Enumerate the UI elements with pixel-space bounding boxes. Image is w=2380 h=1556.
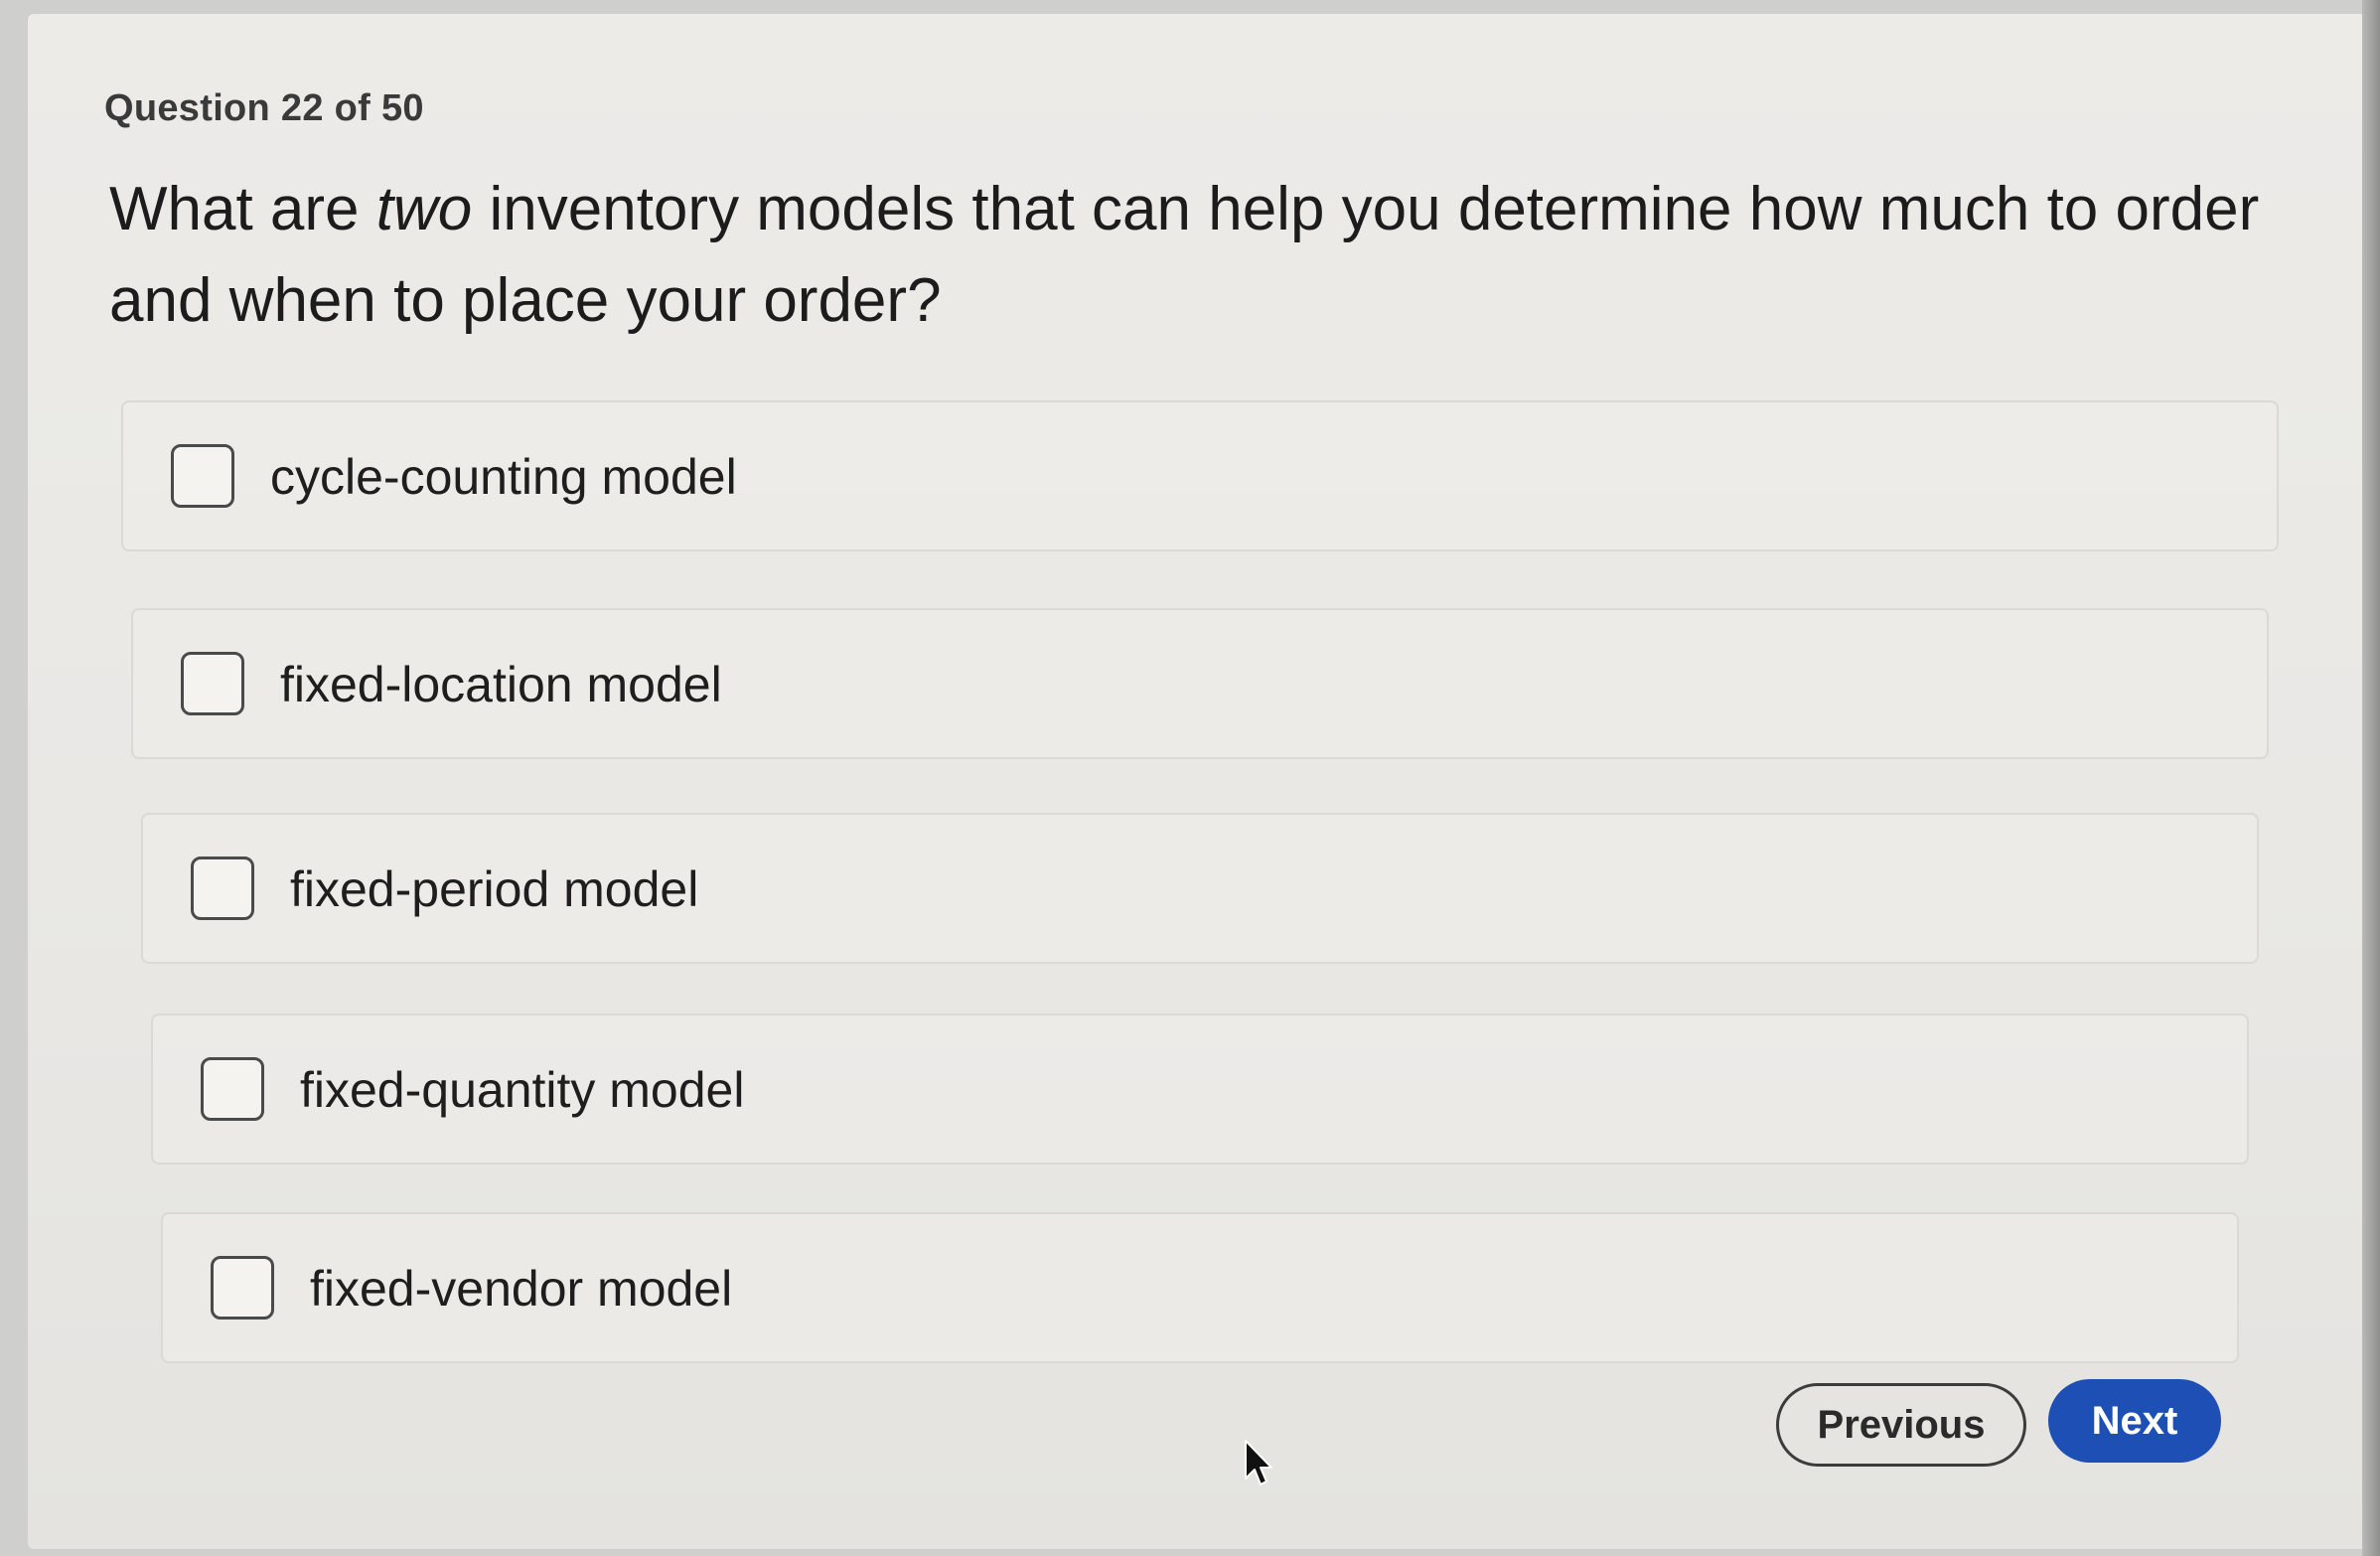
option-label: cycle-counting model bbox=[270, 449, 737, 505]
option-fixed-period[interactable]: fixed-period model bbox=[141, 813, 2259, 964]
screen-edge bbox=[2362, 0, 2380, 1556]
question-text-before: What are bbox=[109, 175, 376, 243]
checkbox-icon[interactable] bbox=[171, 444, 234, 508]
question-text-emphasis: two bbox=[375, 175, 473, 243]
option-fixed-location[interactable]: fixed-location model bbox=[131, 608, 2269, 759]
checkbox-icon[interactable] bbox=[211, 1256, 274, 1320]
question-text: What are two inventory models that can h… bbox=[109, 164, 2295, 347]
question-counter: Question 22 of 50 bbox=[104, 87, 424, 129]
checkbox-icon[interactable] bbox=[181, 652, 244, 715]
option-label: fixed-location model bbox=[280, 657, 722, 712]
mouse-pointer-icon bbox=[1245, 1440, 1272, 1485]
next-button[interactable]: Next bbox=[2048, 1379, 2221, 1463]
option-cycle-counting[interactable]: cycle-counting model bbox=[121, 400, 2279, 551]
previous-button[interactable]: Previous bbox=[1776, 1383, 2026, 1467]
checkbox-icon[interactable] bbox=[191, 856, 254, 920]
option-fixed-quantity[interactable]: fixed-quantity model bbox=[151, 1013, 2249, 1165]
option-label: fixed-period model bbox=[290, 861, 699, 917]
option-fixed-vendor[interactable]: fixed-vendor model bbox=[161, 1212, 2239, 1363]
checkbox-icon[interactable] bbox=[201, 1057, 264, 1121]
option-label: fixed-vendor model bbox=[310, 1261, 733, 1317]
option-label: fixed-quantity model bbox=[300, 1062, 745, 1118]
